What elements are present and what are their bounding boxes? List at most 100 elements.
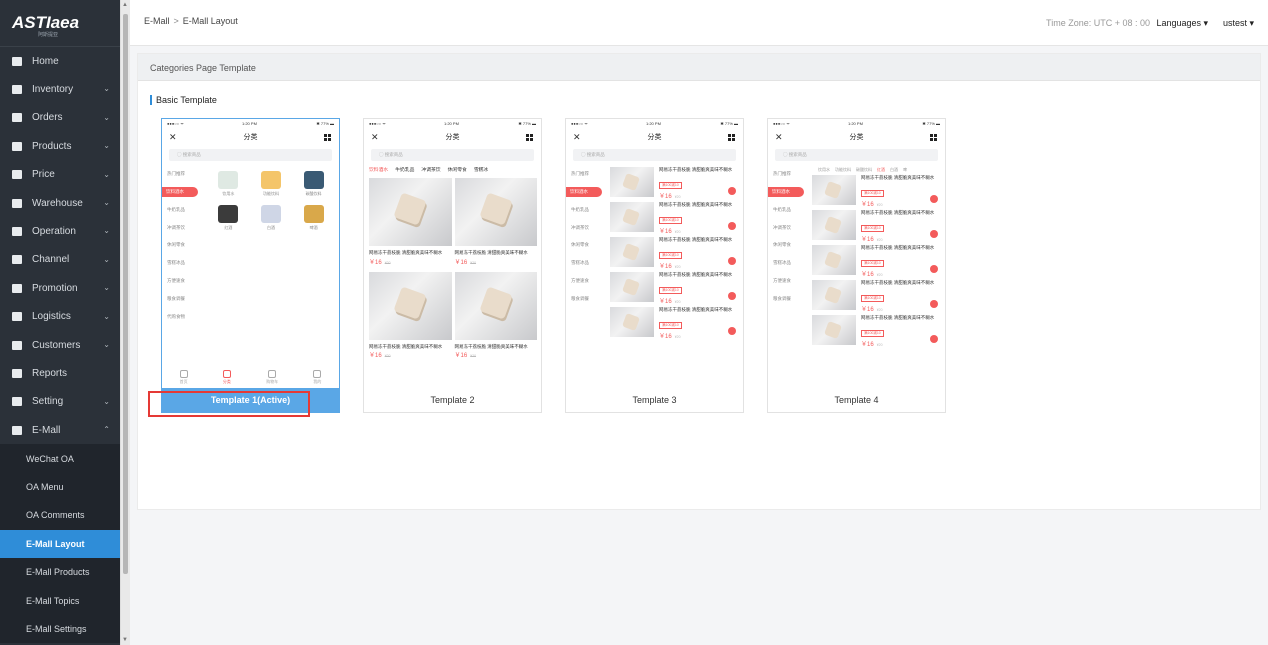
sidebar-item-customers[interactable]: Customers ⌄ bbox=[0, 331, 120, 359]
product-name: 网易冻干荔枝脆 清甜脆爽美味不糊水 bbox=[454, 250, 528, 255]
product-price: ￥16 ¥20 bbox=[455, 257, 538, 266]
battery-icon: ✱ 77% ▬ bbox=[922, 121, 940, 126]
product-list: 网易冻干荔枝脆 清甜脆爽美味不糊水 满100减10 ￥16 ¥20 网易冻干荔枝脆 清甜… bbox=[812, 175, 942, 350]
chevron-down-icon: ⌄ bbox=[103, 169, 110, 179]
card-header: Categories Page Template bbox=[138, 54, 1260, 81]
logo[interactable]: ASTIaea 阿斯提亚 bbox=[0, 0, 120, 47]
tab-item: 我的 bbox=[313, 369, 322, 385]
sidebar-item-reports[interactable]: Reports bbox=[0, 359, 120, 387]
product-card: 网易冻干荔枝脆 清甜脆爽美味不糊水 ￥16 ¥20 bbox=[454, 178, 538, 266]
warehouse-icon bbox=[12, 198, 22, 208]
product-image bbox=[812, 315, 856, 345]
sidebar-item-logistics[interactable]: Logistics ⌄ bbox=[0, 303, 120, 331]
sidebar-item-products[interactable]: Products ⌄ bbox=[0, 132, 120, 160]
breadcrumb-item-e-mall[interactable]: E-Mall bbox=[144, 16, 170, 26]
product-row: 网易冻干荔枝脆 清甜脆爽美味不糊水 满100减10 ￥16 ¥20 bbox=[812, 245, 942, 278]
sidebar-item-e-mall[interactable]: E-Mall ⌃ bbox=[0, 416, 120, 444]
price-icon bbox=[12, 170, 22, 180]
sidebar-item-price[interactable]: Price ⌄ bbox=[0, 161, 120, 189]
product-image bbox=[610, 237, 654, 267]
product-image bbox=[812, 210, 856, 240]
user-dropdown[interactable]: ustest ▾ bbox=[1223, 18, 1254, 29]
submenu-item-e-mall-settings[interactable]: E-Mall Settings bbox=[0, 614, 120, 644]
submenu-item-oa-comments[interactable]: OA Comments bbox=[0, 501, 120, 530]
price-value: ￥16 bbox=[369, 353, 382, 359]
category-item: 雪糕冰品 bbox=[773, 260, 791, 266]
old-price: ¥20 bbox=[674, 264, 681, 269]
chevron-down-icon: ⌄ bbox=[103, 197, 110, 207]
sidebar-item-promotion[interactable]: Promotion ⌄ bbox=[0, 274, 120, 302]
sidebar-item-channel[interactable]: Channel ⌄ bbox=[0, 246, 120, 274]
subcategory-item: 啤酒 bbox=[292, 205, 335, 231]
template-label-2[interactable]: Template 2 bbox=[364, 388, 541, 412]
template-card-1[interactable]: ●●●○○ ᯤ 1:20 PM ✱ 77% ▬ ✕ 分类 ◯ 搜索商品 热门推荐 饮料酒水 牛奶… bbox=[161, 118, 340, 413]
breadcrumb: E-Mall > E-Mall Layout bbox=[144, 16, 238, 26]
submenu-item-wechat-oa[interactable]: WeChat OA bbox=[0, 444, 120, 473]
template-card-2[interactable]: ●●●○○ ᯤ 1:20 PM ✱ 77% ▬ ✕ 分类 ◯ 搜索商品 饮料酒水 牛奶乳品 冲调… bbox=[363, 118, 542, 413]
subcategory-tab: 碳酸饮料 bbox=[856, 167, 872, 172]
subcategory-image bbox=[303, 171, 324, 189]
product-info: 网易冻干荔枝脆 清甜脆爽美味不糊水 满100减10 ￥16 ¥20 bbox=[654, 307, 740, 340]
chevron-down-icon: ⌄ bbox=[103, 283, 110, 293]
cart-icon bbox=[930, 230, 938, 238]
phone-tabbar: 首页 分类 购物车 我的 bbox=[162, 366, 339, 388]
grid-icon bbox=[324, 134, 331, 141]
template-label-1[interactable]: Template 1(Active) bbox=[162, 388, 339, 412]
sidebar-item-home[interactable]: Home bbox=[0, 47, 120, 75]
tab-item: 首页 bbox=[179, 369, 188, 385]
subcategory-image bbox=[303, 205, 324, 223]
template-preview-2: ●●●○○ ᯤ 1:20 PM ✱ 77% ▬ ✕ 分类 ◯ 搜索商品 饮料酒水 牛奶乳品 冲调… bbox=[364, 119, 541, 388]
sidebar-item-label: Home bbox=[32, 55, 59, 67]
product-tag: 满100减10 bbox=[861, 224, 884, 232]
orders-icon bbox=[12, 113, 22, 123]
submenu-item-e-mall-products[interactable]: E-Mall Products bbox=[0, 558, 120, 587]
product-image bbox=[812, 245, 856, 275]
price-value: ￥16 bbox=[861, 236, 874, 243]
product-info: 网易冻干荔枝脆 清甜脆爽美味不糊水 满100减10 ￥16 ¥20 bbox=[856, 210, 942, 243]
product-info: 网易冻干荔枝脆 清甜脆爽美味不糊水 满100减10 ￥16 ¥20 bbox=[856, 315, 942, 348]
category-list: 热门推荐 饮料酒水 牛奶乳品 冲调茶饮 休闲零食 雪糕冰品 方便速食 粮食调餐 代购食物 bbox=[162, 165, 204, 325]
sidebar-item-warehouse[interactable]: Warehouse ⌄ bbox=[0, 189, 120, 217]
scroll-thumb[interactable] bbox=[123, 14, 128, 574]
reports-icon bbox=[12, 368, 22, 378]
timezone-label: Time Zone: UTC + 08 : 00 bbox=[1046, 18, 1150, 28]
template-preview-4: ●●●○○ ᯤ 1:20 PM ✱ 77% ▬ ✕ 分类 ◯ 搜索商品 热门推荐 饮料酒水 牛奶… bbox=[768, 119, 945, 388]
price-value: ￥16 bbox=[861, 201, 874, 208]
product-info: 网易冻干荔枝脆 清甜脆爽美味不糊水 满100减10 ￥16 ¥20 bbox=[654, 167, 740, 200]
cart-icon bbox=[930, 265, 938, 273]
product-image bbox=[812, 280, 856, 310]
submenu-item-e-mall-layout[interactable]: E-Mall Layout bbox=[0, 529, 120, 559]
submenu-item-oa-menu[interactable]: OA Menu bbox=[0, 472, 120, 502]
sidebar-item-inventory[interactable]: Inventory ⌄ bbox=[0, 75, 120, 103]
product-row: 网易冻干荔枝脆 清甜脆爽美味不糊水 满100减10 ￥16 ¥20 bbox=[610, 167, 740, 200]
battery-icon: ✱ 77% ▬ bbox=[518, 121, 536, 126]
category-item: 雪糕冰品 bbox=[167, 260, 185, 266]
price-value: ￥16 bbox=[454, 353, 468, 359]
price-value: ￥16 bbox=[861, 306, 874, 313]
sidebar-scrollbar[interactable]: ▲ ▼ bbox=[120, 0, 130, 645]
submenu-item-e-mall-topics[interactable]: E-Mall Topics bbox=[0, 586, 120, 615]
template-label-3[interactable]: Template 3 bbox=[566, 388, 743, 412]
template-card-4[interactable]: ●●●○○ ᯤ 1:20 PM ✱ 77% ▬ ✕ 分类 ◯ 搜索商品 热门推荐 饮料酒水 牛奶… bbox=[767, 118, 946, 413]
category-item: 牛奶乳品 bbox=[167, 206, 185, 212]
product-card: 网易冻干荔枝脆 清甜脆爽美味不糊水 ￥16 ¥20 bbox=[454, 271, 537, 359]
product-info: 网易冻干荔枝脆 清甜脆爽美味不糊水 满100减10 ￥16 ¥20 bbox=[856, 175, 942, 208]
template-label-4[interactable]: Template 4 bbox=[768, 388, 945, 412]
product-price: ￥16 ¥20 bbox=[369, 257, 452, 266]
sidebar-item-orders[interactable]: Orders ⌄ bbox=[0, 104, 120, 132]
sidebar-item-setting[interactable]: Setting ⌄ bbox=[0, 388, 120, 416]
languages-dropdown[interactable]: Languages ▾ bbox=[1156, 18, 1208, 29]
scroll-down-icon[interactable]: ▼ bbox=[122, 637, 128, 643]
category-tab: 休闲零食 bbox=[447, 168, 467, 173]
product-row: 网易冻干荔枝脆 清甜脆爽美味不糊水 满100减10 ￥16 ¥20 bbox=[812, 175, 942, 208]
template-card-3[interactable]: ●●●○○ ᯤ 1:20 PM ✱ 77% ▬ ✕ 分类 ◯ 搜索商品 热门推荐 饮料酒水 牛奶… bbox=[565, 118, 744, 413]
category-item: 牛奶乳品 bbox=[571, 206, 589, 212]
price-value: ￥16 bbox=[369, 259, 382, 266]
brand-logo-icon: ASTIaea 阿斯提亚 bbox=[11, 13, 79, 38]
scroll-up-icon[interactable]: ▲ bbox=[122, 2, 128, 8]
product-name: 网易冻干荔枝脆 清甜脆爽美味不糊水 bbox=[861, 315, 935, 320]
battery-icon: ✱ 77% ▬ bbox=[316, 121, 334, 126]
sidebar-item-operation[interactable]: Operation ⌄ bbox=[0, 217, 120, 245]
category-item: 饮料酒水 bbox=[566, 186, 602, 197]
subcategory-label: 啤酒 bbox=[309, 225, 318, 230]
